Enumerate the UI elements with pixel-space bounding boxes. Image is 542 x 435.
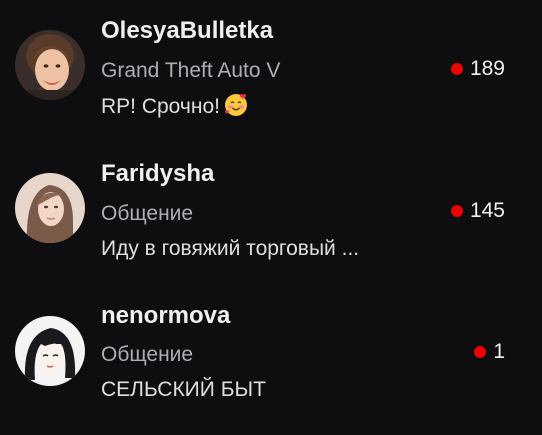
viewer-count-value: 189 — [469, 57, 505, 80]
live-indicator-icon — [450, 205, 463, 217]
channel-name[interactable]: nenormova — [101, 302, 230, 330]
channel-avatar[interactable] — [15, 30, 85, 100]
channel-name[interactable]: OlesyaBulletka — [101, 17, 273, 45]
viewer-count: 145 — [450, 198, 505, 224]
channel-avatar[interactable] — [15, 316, 85, 386]
live-indicator-icon — [474, 346, 487, 358]
viewer-count: 189 — [450, 56, 505, 82]
channel-card[interactable]: OlesyaBulletka Grand Theft Auto V RP! Ср… — [0, 0, 542, 140]
viewer-count-value: 145 — [469, 199, 505, 222]
stream-title-text: RP! Срочно! — [101, 95, 220, 118]
stream-title: Иду в говяжий торговый ... — [101, 237, 360, 260]
viewer-count: 1 — [474, 339, 505, 365]
channel-category[interactable]: Общение — [101, 201, 193, 227]
live-indicator-icon — [450, 63, 463, 75]
channel-avatar[interactable] — [15, 173, 85, 243]
channel-name[interactable]: Faridysha — [101, 160, 214, 188]
stream-title: RP! Срочно! — [101, 93, 248, 120]
channel-card[interactable]: Faridysha Общение Иду в говяжий торговый… — [0, 143, 542, 283]
channel-category[interactable]: Grand Theft Auto V — [101, 58, 280, 84]
viewer-count-value: 1 — [493, 340, 505, 363]
channel-category[interactable]: Общение — [101, 342, 193, 368]
stream-title: СЕЛЬСКИЙ БЫТ — [101, 378, 266, 401]
smiling-face-with-hearts-icon — [224, 93, 248, 117]
channel-card[interactable]: nenormova Общение СЕЛЬСКИЙ БЫТ 1 — [0, 285, 542, 425]
followed-channels-list: OlesyaBulletka Grand Theft Auto V RP! Ср… — [0, 0, 542, 435]
